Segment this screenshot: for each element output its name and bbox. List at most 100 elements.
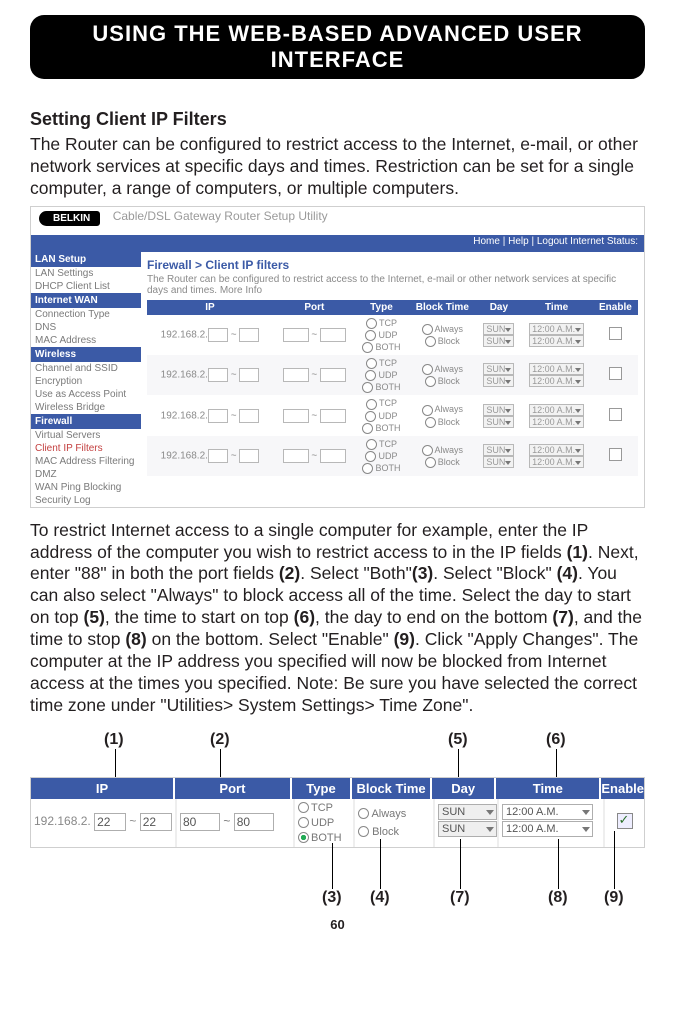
type-radio[interactable]	[366, 358, 377, 369]
blocktime-radio[interactable]	[422, 405, 433, 416]
callout-line	[220, 749, 221, 779]
table-header: IP	[147, 300, 273, 315]
type-radio[interactable]	[362, 463, 373, 474]
port-input[interactable]	[283, 368, 309, 382]
enable-checkbox[interactable]	[617, 813, 633, 829]
type-udp-radio[interactable]	[298, 817, 309, 828]
day-select[interactable]: SUN	[483, 375, 514, 387]
time-select[interactable]: 12:00 A.M.	[529, 456, 584, 468]
sidebar-item[interactable]: Client IP Filters	[31, 442, 141, 455]
table-header: Time	[520, 300, 592, 315]
sidebar-item[interactable]: Channel and SSID	[31, 362, 141, 375]
intro-paragraph: The Router can be configured to restrict…	[30, 134, 645, 200]
sidebar-item[interactable]: Encryption	[31, 375, 141, 388]
type-radio[interactable]	[366, 399, 377, 410]
type-radio[interactable]	[365, 451, 376, 462]
section-title: Setting Client IP Filters	[30, 109, 645, 130]
sidebar-item[interactable]: DHCP Client List	[31, 280, 141, 293]
filter-table: IPPortTypeBlock TimeDayTimeEnable 192.16…	[147, 300, 638, 477]
port-input[interactable]	[283, 328, 309, 342]
callout-ref: (8)	[125, 629, 146, 649]
ip-input[interactable]	[208, 409, 228, 423]
ip-input[interactable]	[208, 368, 228, 382]
enable-checkbox[interactable]	[609, 367, 622, 380]
type-radio[interactable]	[365, 411, 376, 422]
ip-input[interactable]	[239, 368, 259, 382]
port-input[interactable]	[320, 409, 346, 423]
time-start-select[interactable]: 12:00 A.M.	[502, 804, 593, 820]
ip-input[interactable]	[208, 449, 228, 463]
day-select[interactable]: SUN	[483, 444, 514, 456]
enable-checkbox[interactable]	[609, 327, 622, 340]
time-select[interactable]: 12:00 A.M.	[529, 416, 584, 428]
port-input[interactable]	[320, 328, 346, 342]
sidebar-item[interactable]: LAN Settings	[31, 267, 141, 280]
sidebar-item[interactable]: Virtual Servers	[31, 429, 141, 442]
type-radio[interactable]	[365, 330, 376, 341]
sidebar-item[interactable]: Use as Access Point	[31, 388, 141, 401]
bt-block-radio[interactable]	[358, 826, 369, 837]
sidebar-item[interactable]: WAN Ping Blocking	[31, 481, 141, 494]
time-select[interactable]: 12:00 A.M.	[529, 404, 584, 416]
blocktime-radio[interactable]	[425, 376, 436, 387]
day-select[interactable]: SUN	[483, 404, 514, 416]
day-select[interactable]: SUN	[483, 363, 514, 375]
time-select[interactable]: 12:00 A.M.	[529, 363, 584, 375]
blocktime-radio[interactable]	[425, 457, 436, 468]
type-tcp-radio[interactable]	[298, 802, 309, 813]
callout-6-label: (6)	[546, 731, 566, 749]
port-input[interactable]	[320, 368, 346, 382]
port-end-input[interactable]: 80	[234, 813, 274, 831]
time-select[interactable]: 12:00 A.M.	[529, 444, 584, 456]
type-radio[interactable]	[365, 370, 376, 381]
ip-end-input[interactable]: 22	[140, 813, 172, 831]
day-end-select[interactable]: SUN	[438, 821, 497, 837]
port-input[interactable]	[283, 449, 309, 463]
sidebar-group-header: LAN Setup	[31, 252, 141, 267]
day-select[interactable]: SUN	[483, 335, 514, 347]
sidebar-item[interactable]: MAC Address Filtering	[31, 455, 141, 468]
sidebar-item[interactable]: Wireless Bridge	[31, 401, 141, 414]
ip-input[interactable]	[239, 328, 259, 342]
blocktime-radio[interactable]	[425, 417, 436, 428]
enable-checkbox[interactable]	[609, 408, 622, 421]
time-end-select[interactable]: 12:00 A.M.	[502, 821, 593, 837]
ip-input[interactable]	[208, 328, 228, 342]
time-select[interactable]: 12:00 A.M.	[529, 375, 584, 387]
ip-start-input[interactable]: 22	[94, 813, 126, 831]
blocktime-radio[interactable]	[425, 336, 436, 347]
type-radio[interactable]	[362, 423, 373, 434]
sidebar-item[interactable]: MAC Address	[31, 334, 141, 347]
enable-checkbox[interactable]	[609, 448, 622, 461]
port-input[interactable]	[283, 409, 309, 423]
day-select[interactable]: SUN	[483, 323, 514, 335]
top-nav-bar: Home | Help | Logout Internet Status:	[31, 235, 644, 252]
sidebar-item[interactable]: Connection Type	[31, 308, 141, 321]
ip-input[interactable]	[239, 449, 259, 463]
port-input[interactable]	[320, 449, 346, 463]
col-header-ip: IP	[31, 778, 175, 799]
type-radio[interactable]	[362, 382, 373, 393]
callout-9-label: (9)	[604, 889, 624, 907]
bt-always-radio[interactable]	[358, 808, 369, 819]
blocktime-radio[interactable]	[422, 364, 433, 375]
type-radio[interactable]	[366, 318, 377, 329]
day-select[interactable]: SUN	[483, 416, 514, 428]
port-start-input[interactable]: 80	[180, 813, 220, 831]
day-start-select[interactable]: SUN	[438, 804, 497, 820]
sidebar-item[interactable]: Security Log	[31, 494, 141, 507]
sidebar-item[interactable]: DNS	[31, 321, 141, 334]
blocktime-radio[interactable]	[422, 324, 433, 335]
ip-input[interactable]	[239, 409, 259, 423]
type-both-radio[interactable]	[298, 832, 309, 843]
type-radio[interactable]	[362, 342, 373, 353]
callout-1-label: (1)	[104, 731, 124, 749]
time-select[interactable]: 12:00 A.M.	[529, 323, 584, 335]
time-select[interactable]: 12:00 A.M.	[529, 335, 584, 347]
filter-row-screenshot: IP Port Type Block Time Day Time Enable …	[30, 777, 645, 848]
blocktime-radio[interactable]	[422, 445, 433, 456]
type-radio[interactable]	[366, 439, 377, 450]
sidebar-item[interactable]: DMZ	[31, 468, 141, 481]
day-select[interactable]: SUN	[483, 456, 514, 468]
callout-3-label: (3)	[322, 889, 342, 907]
